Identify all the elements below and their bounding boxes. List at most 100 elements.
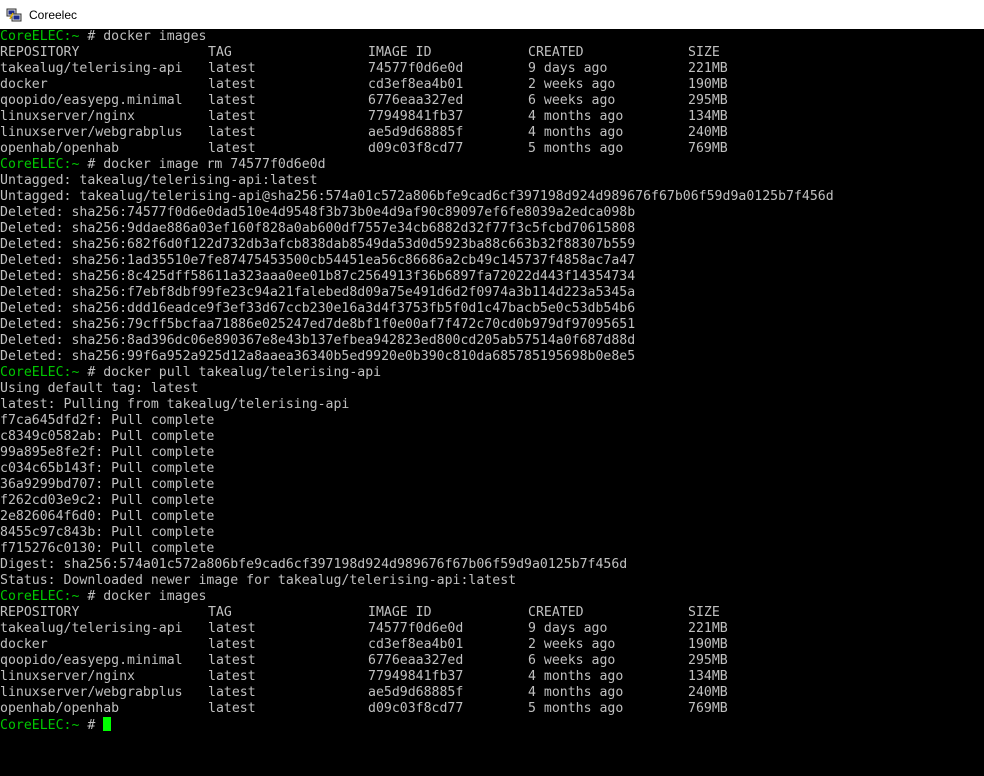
table-row: linuxserver/nginx latest 77949841fb37 4 mon… <box>0 669 984 685</box>
table-cell: CREATED <box>528 605 584 620</box>
table-row: docker latest cd3ef8ea4b01 2 weeks ago 190MB <box>0 77 984 93</box>
table-cell: 4 months ago <box>528 669 624 684</box>
output-line: Deleted: sha256:8ad396dc06e890367e8e43b1… <box>0 333 636 348</box>
table-cell: docker <box>0 637 48 652</box>
prompt-symbol: # <box>79 365 104 380</box>
table-cell: IMAGE ID <box>368 605 432 620</box>
prompt-symbol: # <box>79 29 104 44</box>
table-cell: latest <box>208 93 256 108</box>
table-cell: 74577f0d6e0d <box>368 621 464 636</box>
prompt-symbol: # <box>79 718 104 733</box>
terminal-output[interactable]: CoreELEC:~ # docker images REPOSITORY TAG I… <box>0 29 984 776</box>
table-cell: 4 months ago <box>528 109 624 124</box>
output-line: Deleted: sha256:74577f0d6e0dad510e4d9548… <box>0 205 636 220</box>
table-cell: 74577f0d6e0d <box>368 61 464 76</box>
table-cell: 134MB <box>688 109 728 124</box>
output-line: f715276c0130: Pull complete <box>0 541 215 556</box>
table-cell: takealug/telerising-api <box>0 61 183 76</box>
window-titlebar: Coreelec <box>0 0 984 29</box>
output-line: 36a9299bd707: Pull complete <box>0 477 215 492</box>
table-row: qoopido/easyepg.minimal latest 6776eaa327e… <box>0 93 984 109</box>
table-cell: 221MB <box>688 61 728 76</box>
table-cell: REPOSITORY <box>0 45 80 60</box>
table-cell: linuxserver/webgrabplus <box>0 125 183 140</box>
table-cell: openhab/openhab <box>0 701 120 716</box>
table-cell: latest <box>208 685 256 700</box>
table-cell: 134MB <box>688 669 728 684</box>
table-cell: latest <box>208 653 256 668</box>
prompt-line: CoreELEC:~ # docker images <box>0 589 984 605</box>
output-line: 99a895e8fe2f: Pull complete <box>0 445 215 460</box>
table-row: linuxserver/webgrabplus latest ae5d9d68885… <box>0 125 984 141</box>
output-line: c034c65b143f: Pull complete <box>0 461 215 476</box>
table-cell: latest <box>208 701 256 716</box>
table-cell: IMAGE ID <box>368 45 432 60</box>
table-cell: cd3ef8ea4b01 <box>368 77 464 92</box>
output-line: Digest: sha256:574a01c572a806bfe9cad6cf3… <box>0 557 628 572</box>
table-cell: d09c03f8cd77 <box>368 141 464 156</box>
table-cell: 6 weeks ago <box>528 653 616 668</box>
table-row: REPOSITORY TAG IMAGE ID CREATED SIZE <box>0 45 984 61</box>
shell-prompt: CoreELEC:~ <box>0 29 80 44</box>
output-line: Using default tag: latest <box>0 381 199 396</box>
table-row: takealug/telerising-api latest 74577f0d6e0… <box>0 621 984 637</box>
table-cell: 6776eaa327ed <box>368 653 464 668</box>
table-row: qoopido/easyepg.minimal latest 6776eaa327e… <box>0 653 984 669</box>
shell-prompt: CoreELEC:~ <box>0 157 80 172</box>
table-cell: qoopido/easyepg.minimal <box>0 93 183 108</box>
table-cell: 295MB <box>688 93 728 108</box>
command-text: docker pull takealug/telerising-api <box>103 365 382 380</box>
table-cell: 769MB <box>688 701 728 716</box>
table-cell: latest <box>208 109 256 124</box>
table-cell: latest <box>208 669 256 684</box>
output-line: Deleted: sha256:8c425dff58611a323aaa0ee0… <box>0 269 636 284</box>
output-line: Deleted: sha256:79cff5bcfaa71886e025247e… <box>0 317 636 332</box>
table-cell: latest <box>208 61 256 76</box>
prompt-line: CoreELEC:~ # <box>0 717 984 733</box>
prompt-symbol: # <box>79 589 104 604</box>
table-cell: 9 days ago <box>528 61 608 76</box>
table-row: docker latest cd3ef8ea4b01 2 weeks ago 190MB <box>0 637 984 653</box>
table-cell: ae5d9d68885f <box>368 685 464 700</box>
command-text: docker image rm 74577f0d6e0d <box>103 157 326 172</box>
table-cell: 240MB <box>688 685 728 700</box>
putty-icon[interactable] <box>6 7 22 23</box>
command-text: docker images <box>103 29 207 44</box>
table-cell: ae5d9d68885f <box>368 125 464 140</box>
output-line: Deleted: sha256:ddd16eadce9f3ef33d67ccb2… <box>0 301 636 316</box>
table-cell: 4 months ago <box>528 685 624 700</box>
output-line: 2e826064f6d0: Pull complete <box>0 509 215 524</box>
table-cell: 6776eaa327ed <box>368 93 464 108</box>
table-cell: takealug/telerising-api <box>0 621 183 636</box>
table-cell: qoopido/easyepg.minimal <box>0 653 183 668</box>
table-cell: SIZE <box>688 605 720 620</box>
table-cell: 769MB <box>688 141 728 156</box>
table-cell: docker <box>0 77 48 92</box>
table-cell: latest <box>208 77 256 92</box>
table-cell: CREATED <box>528 45 584 60</box>
table-row: takealug/telerising-api latest 74577f0d6e0… <box>0 61 984 77</box>
table-cell: 295MB <box>688 653 728 668</box>
window-title: Coreelec <box>29 7 78 22</box>
table-cell: openhab/openhab <box>0 141 120 156</box>
output-line: Deleted: sha256:99f6a952a925d12a8aaea363… <box>0 349 636 364</box>
table-cell: TAG <box>208 45 232 60</box>
table-row: linuxserver/webgrabplus latest ae5d9d68885… <box>0 685 984 701</box>
table-cell: latest <box>208 621 256 636</box>
table-cell: latest <box>208 637 256 652</box>
table-cell: 77949841fb37 <box>368 109 464 124</box>
command-text: docker images <box>103 589 207 604</box>
table-cell: linuxserver/webgrabplus <box>0 685 183 700</box>
table-row: REPOSITORY TAG IMAGE ID CREATED SIZE <box>0 605 984 621</box>
output-line: c8349c0582ab: Pull complete <box>0 429 215 444</box>
prompt-line: CoreELEC:~ # docker image rm 74577f0d6e0… <box>0 157 984 173</box>
text-cursor[interactable] <box>103 717 112 731</box>
table-cell: linuxserver/nginx <box>0 669 135 684</box>
prompt-line: CoreELEC:~ # docker pull takealug/teleri… <box>0 365 984 381</box>
table-cell: SIZE <box>688 45 720 60</box>
shell-prompt: CoreELEC:~ <box>0 718 80 733</box>
table-cell: latest <box>208 141 256 156</box>
output-line: Deleted: sha256:f7ebf8dbf99fe23c94a21fal… <box>0 285 636 300</box>
table-cell: 221MB <box>688 621 728 636</box>
output-line: Deleted: sha256:1ad35510e7fe87475453500c… <box>0 253 636 268</box>
